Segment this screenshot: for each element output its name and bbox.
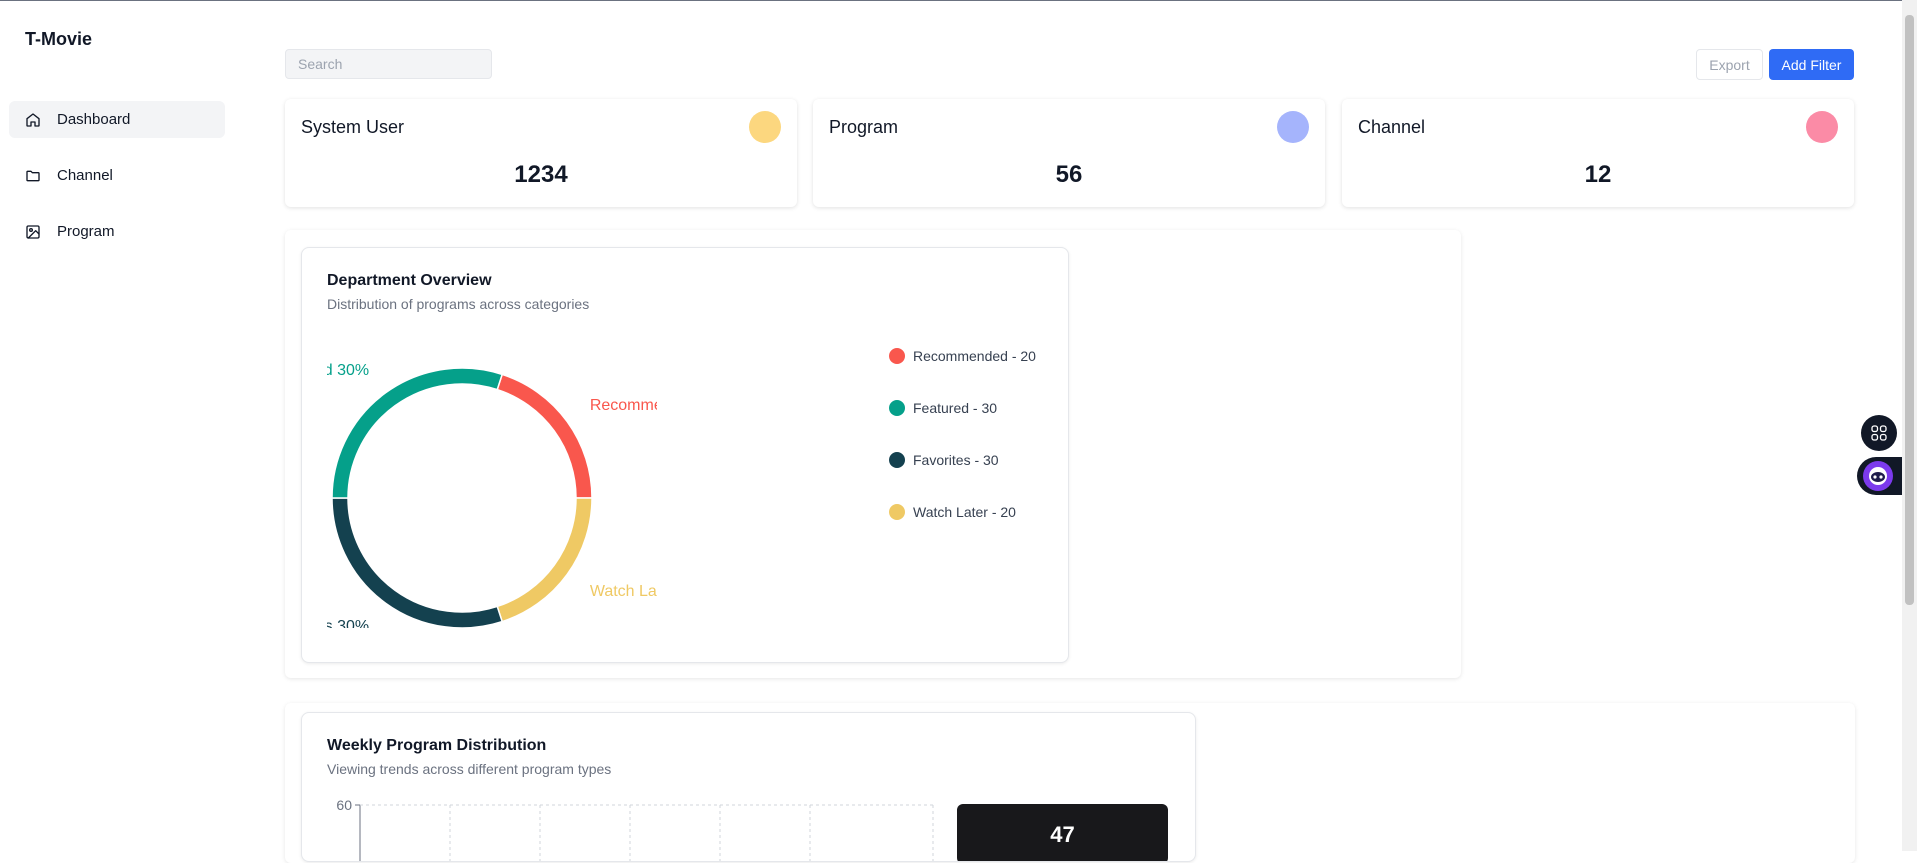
weekly-title: Weekly Program Distribution (327, 737, 547, 754)
assistant-button[interactable] (1863, 461, 1893, 491)
legend-label: Recommended - 20 (913, 348, 1036, 364)
donut-chart: Recommended 20% Watch Later 20% Favorites … (327, 338, 657, 628)
legend-swatch (889, 504, 905, 520)
legend-item-recommended[interactable]: Recommended - 20 (889, 348, 1036, 364)
image-icon (25, 224, 41, 240)
donut-label-recommended: Recommended 20% (590, 397, 657, 414)
stat-card-channel: Channel 12 (1342, 99, 1854, 207)
weekly-subtitle: Viewing trends across different program … (327, 761, 612, 777)
search-input[interactable] (285, 49, 492, 79)
stat-value: 1234 (514, 161, 568, 188)
sidebar-item-dashboard[interactable]: Dashboard (9, 101, 225, 138)
donut-label-watch-later: Watch Later 20% (590, 583, 657, 600)
donut-chart-svg: Recommended 20% Watch Later 20% Favorites … (327, 362, 657, 628)
legend-label: Watch Later - 20 (913, 504, 1016, 520)
department-overview-card: Department Overview Distribution of prog… (301, 247, 1069, 663)
export-button[interactable]: Export (1696, 49, 1763, 80)
legend-item-watch-later[interactable]: Watch Later - 20 (889, 504, 1016, 520)
legend-swatch (889, 400, 905, 416)
stat-label: Channel (1358, 117, 1426, 137)
stat-card-system-user: System User 1234 (285, 99, 797, 207)
sidebar-item-label: Dashboard (57, 111, 131, 128)
department-subtitle: Distribution of programs across categori… (327, 296, 590, 312)
app-title: T-Movie (25, 29, 93, 49)
stat-label: System User (301, 117, 405, 137)
legend-label: Favorites - 30 (913, 452, 999, 468)
folder-icon (25, 168, 41, 184)
donut-slice-recommended[interactable] (496, 373, 593, 499)
legend-item-featured[interactable]: Featured - 30 (889, 400, 997, 416)
donut-slice-featured[interactable] (331, 367, 504, 499)
donut-slice-favorites[interactable] (331, 497, 504, 628)
legend-label: Featured - 30 (913, 400, 998, 416)
stat-value: 56 (1055, 161, 1083, 188)
weekly-section: Weekly Program Distribution Viewing tren… (285, 703, 1855, 863)
stat-indicator-dot (1806, 111, 1838, 143)
legend-item-favorites[interactable]: Favorites - 30 (889, 452, 999, 468)
donut-label-favorites: Favorites 30% (327, 618, 369, 628)
weekly-distribution-card: Weekly Program Distribution Viewing tren… (301, 712, 1196, 862)
donut-slice-watch-later[interactable] (496, 497, 593, 623)
add-filter-button[interactable]: Add Filter (1769, 49, 1854, 80)
y-axis-tick-label: 60 (336, 797, 352, 813)
page-scrollbar-thumb[interactable] (1905, 15, 1914, 605)
sidebar-item-channel[interactable]: Channel (9, 157, 225, 194)
sidebar-item-label: Channel (57, 167, 113, 184)
stat-indicator-dot (749, 111, 781, 143)
grid-icon (1871, 425, 1887, 441)
window-top-border (0, 0, 1917, 1)
legend-swatch (889, 452, 905, 468)
home-icon (25, 112, 41, 128)
department-title: Department Overview (327, 272, 492, 289)
chart-tooltip: 47 (957, 804, 1168, 861)
sidebar-item-label: Program (57, 223, 115, 240)
department-section: Department Overview Distribution of prog… (285, 230, 1461, 678)
apps-grid-button[interactable] (1861, 415, 1897, 451)
weekly-chart-grid: 60 (336, 797, 934, 861)
robot-icon (1869, 467, 1887, 485)
stat-card-program: Program 56 (813, 99, 1325, 207)
sidebar: T-Movie Dashboard Channel Program (0, 0, 236, 851)
stat-value: 12 (1584, 161, 1612, 188)
donut-label-featured: Featured 30% (327, 362, 369, 379)
sidebar-item-program[interactable]: Program (9, 213, 225, 250)
stat-indicator-dot (1277, 111, 1309, 143)
legend-swatch (889, 348, 905, 364)
stat-label: Program (829, 117, 899, 137)
